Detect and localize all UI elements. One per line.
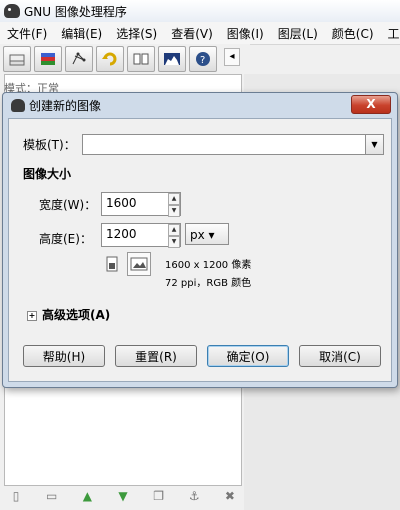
help-button[interactable]: 帮助(H) xyxy=(23,345,105,367)
gimp-logo-icon xyxy=(11,98,25,112)
height-spinner[interactable]: 1200 ▲ ▼ xyxy=(101,223,181,248)
new-image-dialog: 创建新的图像 X 模板(T)： ▼ 图像大小 宽度(W)： 1600 ▲ ▼ 高… xyxy=(2,92,398,388)
height-label: 高度(E)： xyxy=(39,232,92,246)
landscape-icon[interactable] xyxy=(127,252,151,276)
expand-plus-icon: + xyxy=(27,311,37,321)
unit-select[interactable]: px ▾ xyxy=(185,223,229,245)
menu-image[interactable]: 图像(I) xyxy=(220,22,271,44)
menu-view[interactable]: 查看(V) xyxy=(164,22,220,44)
menu-colors[interactable]: 颜色(C) xyxy=(325,22,381,44)
size-info: 1600 x 1200 像素 xyxy=(165,260,252,271)
reset-button[interactable]: 重置(R) xyxy=(115,345,197,367)
menu-edit[interactable]: 编辑(E) xyxy=(54,22,109,44)
layers-bottom-toolbar: ▯ ▭ ▲ ▼ ❐ ⚓ ✖ xyxy=(8,486,238,506)
decrement-icon[interactable]: ▼ xyxy=(168,205,180,217)
height-input[interactable]: 1200 xyxy=(106,227,137,241)
dialog-titlebar: 创建新的图像 xyxy=(3,93,397,117)
menu-layer[interactable]: 图层(L) xyxy=(271,22,325,44)
close-button[interactable]: X xyxy=(351,95,391,114)
cancel-button[interactable]: 取消(C) xyxy=(299,345,381,367)
resolution-info: 72 ppi，RGB 颜色 xyxy=(165,278,252,289)
app-title: GNU 图像处理程序 xyxy=(24,4,127,19)
menu-select[interactable]: 选择(S) xyxy=(109,22,164,44)
raise-layer-icon[interactable]: ▲ xyxy=(79,489,95,503)
unit-value: px xyxy=(190,228,205,242)
chevron-down-icon: ▾ xyxy=(204,228,215,242)
template-label: 模板(T)： xyxy=(23,138,76,152)
menu-file[interactable]: 文件(F) xyxy=(0,22,54,44)
svg-text:?: ? xyxy=(200,55,205,66)
duplicate-icon[interactable]: ❐ xyxy=(151,489,167,503)
decrement-icon[interactable]: ▼ xyxy=(168,236,180,248)
image-size-title: 图像大小 xyxy=(23,167,72,181)
width-label: 宽度(W)： xyxy=(39,198,97,212)
ok-button[interactable]: 确定(O) xyxy=(207,345,289,367)
template-select[interactable]: ▼ xyxy=(82,134,384,155)
dialog-body: 模板(T)： ▼ 图像大小 宽度(W)： 1600 ▲ ▼ 高度(E)： 120… xyxy=(8,118,392,382)
advanced-options-label: 高级选项(A) xyxy=(42,308,111,322)
folder-icon[interactable]: ▭ xyxy=(44,489,60,503)
dock-tabs: ? xyxy=(0,44,250,74)
trash-icon[interactable]: ✖ xyxy=(222,489,238,503)
app-titlebar: GNU 图像处理程序 xyxy=(0,0,400,23)
height-stepper[interactable]: ▲ ▼ xyxy=(168,224,180,248)
undo-history-icon[interactable] xyxy=(96,46,124,72)
dialog-title: 创建新的图像 xyxy=(29,98,102,113)
histogram-icon[interactable] xyxy=(158,46,186,72)
gimp-logo-icon xyxy=(4,4,20,18)
portrait-icon[interactable] xyxy=(101,253,123,275)
lower-layer-icon[interactable]: ▼ xyxy=(115,489,131,503)
anchor-icon[interactable]: ⚓ xyxy=(186,489,202,503)
advanced-options-expander[interactable]: + 高级选项(A) xyxy=(27,306,110,323)
menu-tools[interactable]: 工 xyxy=(381,22,400,44)
help-icon[interactable]: ? xyxy=(189,46,217,72)
paths-icon[interactable] xyxy=(65,46,93,72)
increment-icon[interactable]: ▲ xyxy=(168,193,180,205)
width-spinner[interactable]: 1600 ▲ ▼ xyxy=(101,192,181,217)
width-input[interactable]: 1600 xyxy=(106,196,137,210)
menubar: 文件(F) 编辑(E) 选择(S) 查看(V) 图像(I) 图层(L) 颜色(C… xyxy=(0,22,400,45)
new-layer-icon[interactable]: ▯ xyxy=(8,489,24,503)
width-stepper[interactable]: ▲ ▼ xyxy=(168,193,180,217)
dock-menu-arrow-icon[interactable]: ◂ xyxy=(224,48,240,66)
chevron-down-icon[interactable]: ▼ xyxy=(365,135,383,154)
color-stack-icon[interactable] xyxy=(34,46,62,72)
increment-icon[interactable]: ▲ xyxy=(168,224,180,236)
layers-stack-icon[interactable] xyxy=(3,46,31,72)
channels-icon[interactable] xyxy=(127,46,155,72)
